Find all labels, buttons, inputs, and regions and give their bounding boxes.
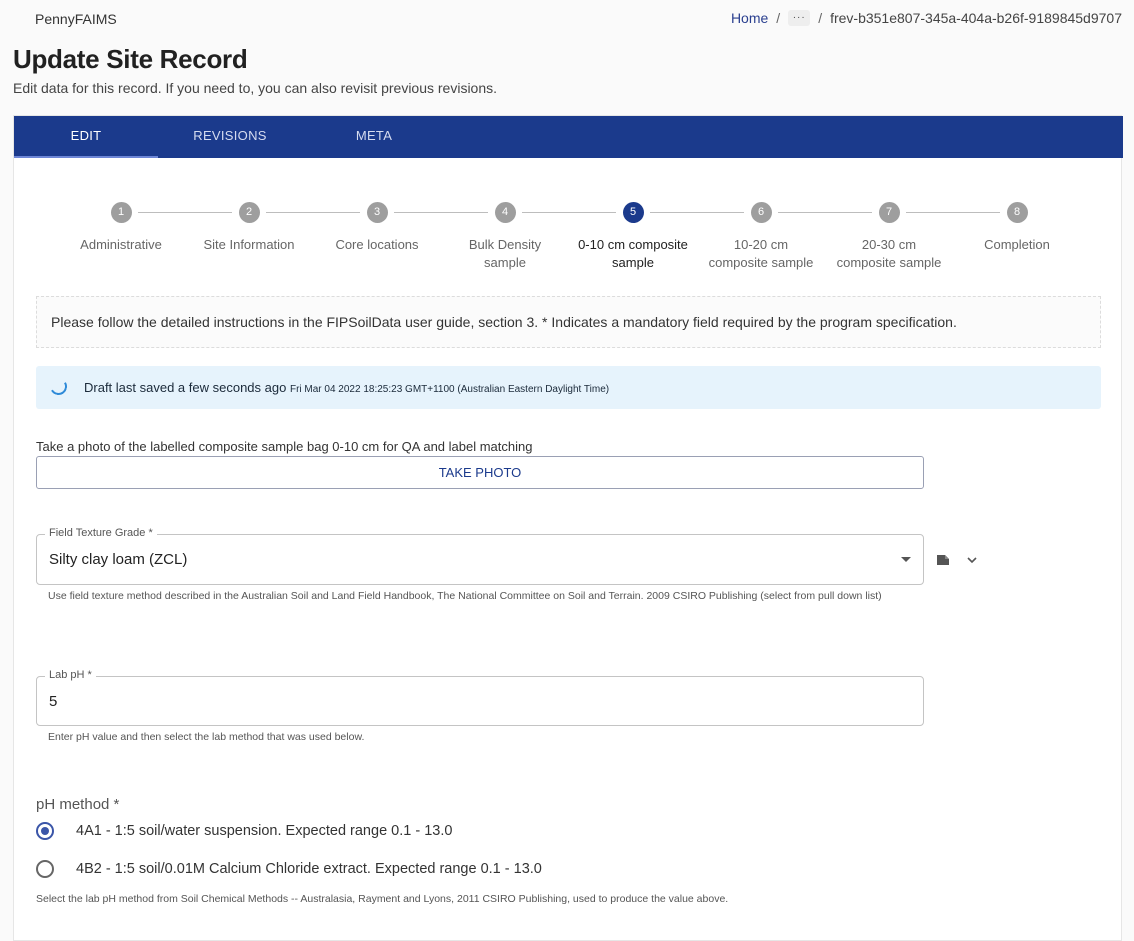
lab-ph-helper: Enter pH value and then select the lab m… — [48, 731, 365, 743]
step-number: 4 — [494, 202, 516, 223]
step-number: 1 — [110, 202, 132, 223]
step-number: 3 — [366, 202, 388, 223]
draft-status-text: Draft last saved a few seconds ago Fri M… — [84, 380, 609, 395]
record-form-card: EDIT REVISIONS META 1 Administrative 2 S… — [13, 115, 1123, 941]
draft-saved-message: Draft last saved a few seconds ago — [84, 380, 287, 395]
step-label: 0-10 cm composite sample — [578, 237, 688, 270]
draft-saved-time: Fri Mar 04 2022 18:25:23 GMT+1100 (Austr… — [289, 384, 610, 395]
page-subtitle: Edit data for this record. If you need t… — [13, 80, 498, 96]
step-0-10cm-composite-sample[interactable]: 5 0-10 cm composite sample — [568, 202, 698, 272]
lab-ph-input[interactable]: Lab pH * 5 — [36, 669, 924, 726]
field-texture-grade-helper: Use field texture method described in th… — [48, 590, 882, 602]
breadcrumb-current: frev-b351e807-345a-404a-b26f-9189845d970… — [830, 10, 1122, 26]
tab-edit[interactable]: EDIT — [14, 116, 158, 158]
top-bar: PennyFAIMS Home / ··· / frev-b351e807-34… — [0, 0, 1134, 38]
dropdown-arrow-icon — [901, 557, 911, 562]
photo-field-label: Take a photo of the labelled composite s… — [36, 439, 533, 454]
step-bulk-density-sample[interactable]: 4 Bulk Density sample — [440, 202, 570, 272]
step-label: Core locations — [335, 237, 419, 252]
radio-button-checked[interactable] — [36, 822, 54, 840]
take-photo-button[interactable]: TAKE PHOTO — [36, 456, 924, 489]
step-label: 10-20 cm composite sample — [708, 237, 814, 270]
tab-meta[interactable]: META — [302, 116, 446, 158]
chevron-down-icon[interactable] — [966, 554, 978, 566]
step-label: Bulk Density sample — [468, 237, 542, 270]
field-texture-grade-select[interactable]: Field Texture Grade * Silty clay loam (Z… — [36, 527, 924, 585]
breadcrumb-separator: / — [776, 10, 781, 26]
step-label: 20-30 cm composite sample — [836, 237, 942, 270]
step-number: 6 — [750, 202, 772, 223]
step-number: 8 — [1006, 202, 1028, 223]
draft-status-alert: Draft last saved a few seconds ago Fri M… — [36, 366, 1101, 409]
step-number: 7 — [878, 202, 900, 223]
ph-method-option-4b2[interactable]: 4B2 - 1:5 soil/0.01M Calcium Chloride ex… — [36, 860, 542, 878]
instructions-box: Please follow the detailed instructions … — [36, 296, 1101, 348]
breadcrumb: Home / ··· / frev-b351e807-345a-404a-b26… — [731, 10, 1122, 26]
step-label: Completion — [984, 237, 1050, 252]
tab-bar: EDIT REVISIONS META — [14, 116, 1123, 158]
ph-method-label: pH method * — [36, 796, 120, 813]
step-20-30cm-composite-sample[interactable]: 7 20-30 cm composite sample — [824, 202, 954, 272]
lab-ph-label: Lab pH * — [45, 669, 96, 681]
stepper: 1 Administrative 2 Site Information 3 Co… — [14, 202, 1123, 282]
step-label: Site Information — [203, 237, 295, 252]
radio-button[interactable] — [36, 860, 54, 878]
comment-icon[interactable] — [936, 553, 950, 567]
lab-ph-value: 5 — [49, 693, 58, 710]
step-site-information[interactable]: 2 Site Information — [184, 202, 314, 254]
ph-method-option-label: 4B2 - 1:5 soil/0.01M Calcium Chloride ex… — [76, 861, 542, 877]
field-texture-grade-label: Field Texture Grade * — [45, 527, 157, 539]
step-completion[interactable]: 8 Completion — [952, 202, 1082, 254]
step-number: 2 — [238, 202, 260, 223]
breadcrumb-home[interactable]: Home — [731, 10, 768, 26]
tab-revisions[interactable]: REVISIONS — [158, 116, 302, 158]
app-name[interactable]: PennyFAIMS — [35, 11, 117, 27]
step-label: Administrative — [80, 237, 162, 252]
step-administrative[interactable]: 1 Administrative — [56, 202, 186, 254]
ph-method-option-label: 4A1 - 1:5 soil/water suspension. Expecte… — [76, 823, 453, 839]
field-texture-grade-value: Silty clay loam (ZCL) — [49, 551, 188, 568]
loading-spinner-icon — [48, 376, 69, 397]
ph-method-helper: Select the lab pH method from Soil Chemi… — [36, 893, 729, 905]
step-number: 5 — [622, 202, 644, 223]
page-title: Update Site Record — [13, 44, 248, 74]
breadcrumb-ellipsis-button[interactable]: ··· — [788, 10, 811, 26]
breadcrumb-separator: / — [818, 10, 823, 26]
step-10-20cm-composite-sample[interactable]: 6 10-20 cm composite sample — [696, 202, 826, 272]
step-core-locations[interactable]: 3 Core locations — [312, 202, 442, 254]
ph-method-option-4a1[interactable]: 4A1 - 1:5 soil/water suspension. Expecte… — [36, 822, 452, 840]
